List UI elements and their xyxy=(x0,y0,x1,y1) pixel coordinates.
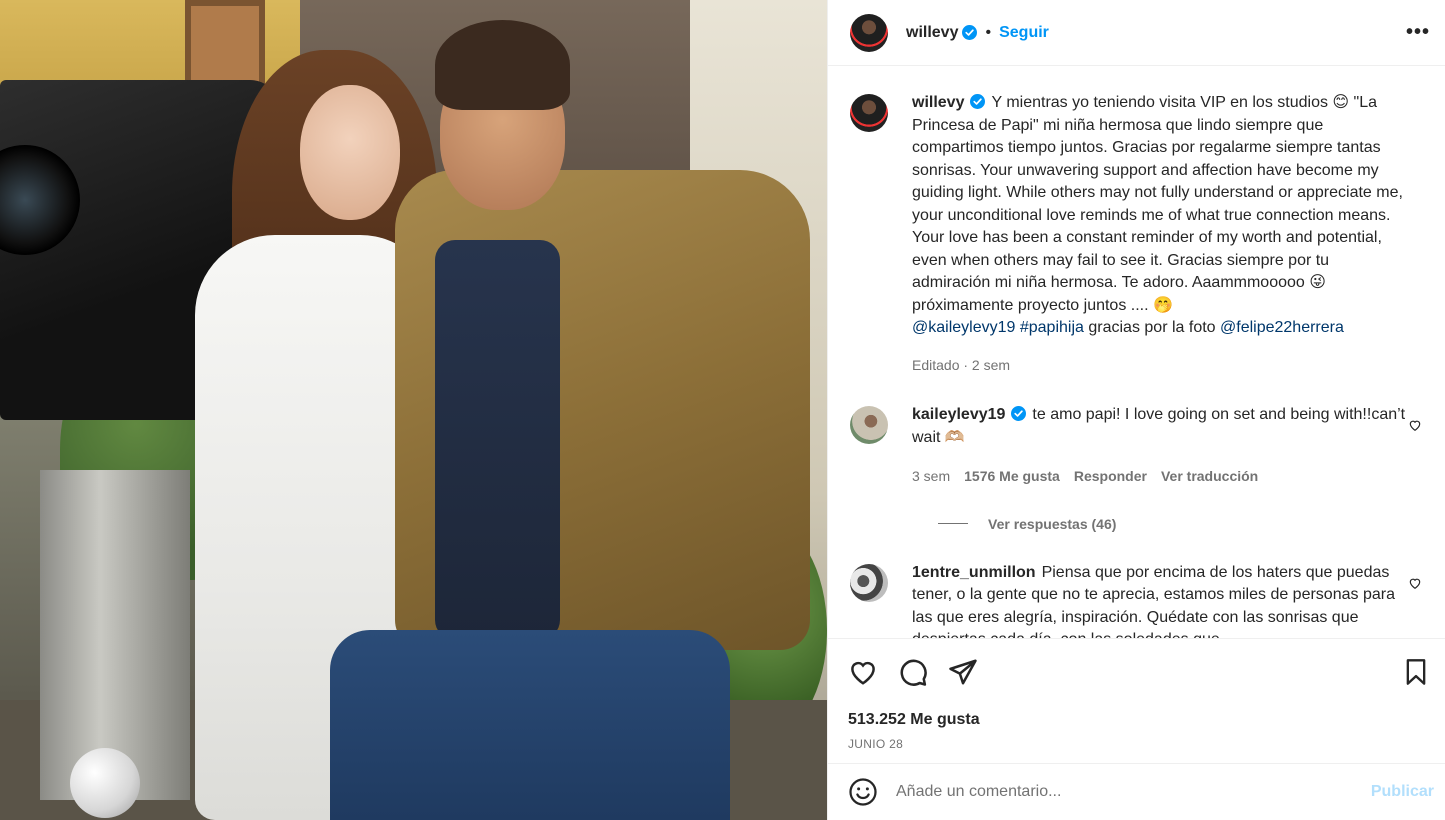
commenter-avatar[interactable] xyxy=(850,563,888,602)
caption-text: willevy Y mientras yo teniendo visita VIP… xyxy=(912,92,1407,376)
verified-badge-icon xyxy=(1011,406,1027,421)
verified-badge-icon xyxy=(970,94,986,109)
caption-author-avatar[interactable] xyxy=(850,94,888,132)
comment-input[interactable] xyxy=(896,783,1371,801)
mention-felipe22herrera[interactable]: @felipe22herrera xyxy=(1220,319,1344,336)
like-comment-icon[interactable] xyxy=(1408,576,1422,590)
photo-girl-face xyxy=(300,85,400,220)
commenter-avatar[interactable] xyxy=(850,406,888,444)
header-separator: • xyxy=(985,23,992,41)
caption-meta: Editado · 2 sem xyxy=(912,356,1011,373)
caption-body-end: gracias por la foto xyxy=(1088,319,1216,336)
photo-man-jeans xyxy=(330,630,730,820)
author-avatar[interactable] xyxy=(850,13,888,52)
add-comment-bar: Publicar xyxy=(828,763,1445,820)
reply-button[interactable]: Responder xyxy=(1074,468,1147,484)
comment-time: 3 sem xyxy=(912,468,951,484)
caption-body: Y mientras yo teniendo visita VIP en los… xyxy=(912,94,1403,314)
view-replies-button[interactable]: Ver respuestas (46) xyxy=(938,516,1430,532)
post-header: willevy • Seguir ••• xyxy=(828,0,1445,66)
follow-button[interactable]: Seguir xyxy=(999,24,1049,42)
save-bookmark-icon[interactable] xyxy=(1402,657,1430,687)
post-actions: 513.252 Me gusta JUNIO 28 xyxy=(828,638,1445,763)
view-replies-label: Ver respuestas (46) xyxy=(988,515,1117,532)
caption-author-username[interactable]: willevy xyxy=(912,94,964,111)
more-options-icon[interactable]: ••• xyxy=(1406,21,1430,44)
comment-text: 1entre_unmillon Piensa que por encima de … xyxy=(912,562,1407,639)
share-icon[interactable] xyxy=(948,657,978,687)
publish-button[interactable]: Publicar xyxy=(1371,783,1434,801)
post-date: JUNIO 28 xyxy=(848,737,904,751)
photo-man-hair xyxy=(435,20,570,110)
comment-icon[interactable] xyxy=(898,657,928,687)
heart-icon[interactable] xyxy=(848,657,878,687)
emoji-icon[interactable] xyxy=(848,777,878,807)
translate-button[interactable]: Ver traducción xyxy=(1161,468,1258,484)
post-side-panel: willevy • Seguir ••• willevy Y mientras y… xyxy=(827,0,1445,820)
hashtag-papihija[interactable]: #papihija xyxy=(1020,319,1084,336)
comment-like-count[interactable]: 1576 Me gusta xyxy=(964,468,1060,484)
commenter-username[interactable]: kaileylevy19 xyxy=(912,406,1005,423)
author-username[interactable]: willevy xyxy=(906,24,958,42)
commenter-username[interactable]: 1entre_unmillon xyxy=(912,564,1036,581)
comment-item: kaileylevy19 te amo papi! I love going on… xyxy=(850,404,1430,488)
post-photo[interactable] xyxy=(0,0,827,820)
comment-text: kaileylevy19 te amo papi! I love going on… xyxy=(912,404,1407,488)
post-like-count[interactable]: 513.252 Me gusta xyxy=(848,711,1430,729)
replies-divider xyxy=(938,523,968,524)
comment-item: 1entre_unmillon Piensa que por encima de … xyxy=(850,562,1430,639)
comments-list[interactable]: willevy Y mientras yo teniendo visita VIP… xyxy=(828,66,1445,638)
like-comment-icon[interactable] xyxy=(1408,418,1422,432)
verified-badge-icon xyxy=(962,25,978,40)
caption: willevy Y mientras yo teniendo visita VIP… xyxy=(850,92,1430,376)
photo-man-shirt xyxy=(435,240,560,640)
action-icons xyxy=(848,657,1430,687)
photo-soccer-ball xyxy=(70,748,140,818)
mention-kaileylevy19[interactable]: @kaileylevy19 xyxy=(912,319,1015,336)
comment-meta: 3 sem 1576 Me gusta Responder Ver traducció… xyxy=(912,465,1407,488)
